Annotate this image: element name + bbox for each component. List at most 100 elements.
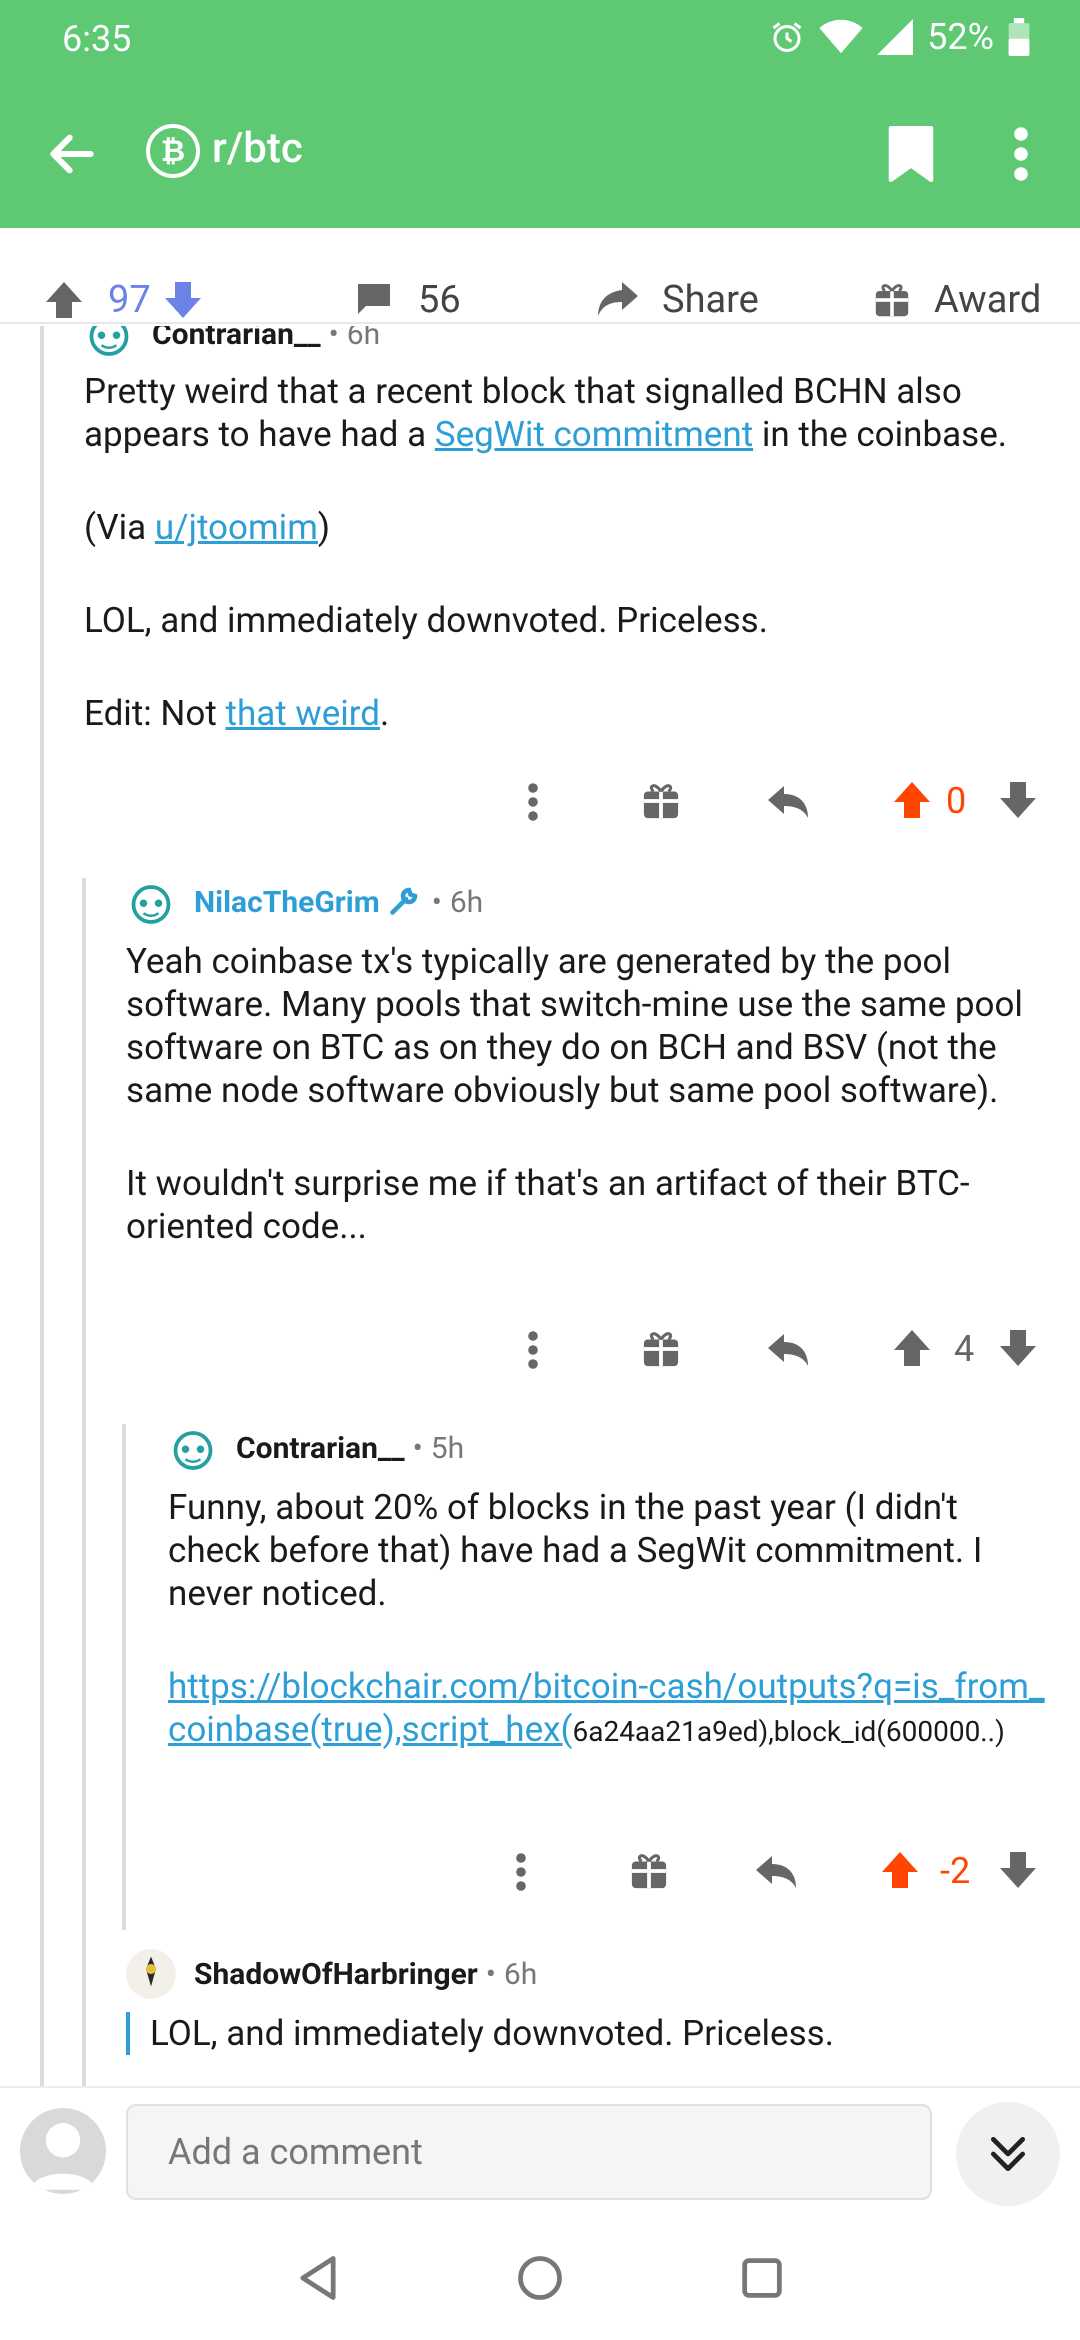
comment-score: 0 — [946, 780, 967, 822]
share-button[interactable]: Share — [596, 276, 759, 324]
text-span: . — [380, 693, 390, 734]
quoted-text: LOL, and immediately downvoted. Priceles… — [150, 2013, 834, 2054]
user-link[interactable]: u/jtoomim — [155, 507, 318, 548]
comment-header: NilacTheGrim • 6h — [126, 877, 1026, 927]
comment[interactable]: ShadowOfHarbringer • 6h LOL, and immedia… — [126, 1949, 1026, 2055]
scroll-down-button[interactable] — [956, 2102, 1060, 2206]
bookmark-icon[interactable] — [888, 124, 934, 184]
thread-line — [82, 878, 86, 2086]
text-span: in the coinbase. — [753, 414, 1007, 455]
comment-body: Pretty weird that a recent block that si… — [84, 370, 1064, 735]
downvote-icon[interactable] — [998, 1850, 1038, 1890]
comment-compose-bar: Add a comment — [0, 2086, 1080, 2216]
separator-dot: • — [485, 1956, 496, 1992]
award-label: Award — [934, 278, 1042, 322]
battery-percent: 52% — [927, 16, 994, 58]
downvote-icon[interactable] — [998, 780, 1038, 820]
comment-paragraph: Pretty weird that a recent block that si… — [84, 370, 1064, 456]
battery-icon — [1008, 18, 1030, 56]
avatar[interactable] — [84, 326, 134, 359]
comment-header: ShadowOfHarbringer • 6h — [126, 1949, 1026, 1999]
comment-thread: Contrarian__ • 6h Pretty weird that a re… — [0, 326, 1080, 2086]
nav-recents-icon[interactable] — [736, 2252, 788, 2304]
comment-paragraph: (Via u/jtoomim) — [84, 506, 1064, 549]
more-vert-icon[interactable] — [514, 1852, 528, 1892]
reply-icon[interactable] — [754, 1852, 798, 1892]
comment[interactable]: Contrarian__ • 6h Pretty weird that a re… — [84, 326, 1064, 735]
double-chevron-down-icon — [990, 2136, 1026, 2172]
comment-score: 4 — [954, 1328, 975, 1370]
gift-icon[interactable] — [642, 782, 680, 820]
comment-author[interactable]: Contrarian__ — [152, 326, 321, 352]
post-action-bar: 97 56 Share Award — [0, 228, 1080, 324]
text-span: Edit: Not — [84, 693, 226, 734]
separator-dot: • — [431, 884, 442, 920]
user-avatar[interactable] — [20, 2108, 106, 2194]
avatar[interactable] — [126, 1949, 176, 1999]
comment-body: Yeah coinbase tx's typically are generat… — [126, 940, 1026, 1248]
gift-icon[interactable] — [630, 1852, 668, 1890]
post-score: 97 — [108, 278, 151, 322]
upvote-icon[interactable] — [44, 280, 84, 320]
downvote-icon[interactable] — [163, 280, 203, 320]
comment-time: 5h — [430, 1430, 465, 1466]
comment-paragraph: It wouldn't surprise me if that's an art… — [126, 1163, 970, 1247]
back-arrow-icon[interactable] — [44, 126, 100, 182]
share-label: Share — [662, 278, 759, 322]
comment-paragraph: LOL, and immediately downvoted. Priceles… — [84, 600, 768, 641]
post-comment-count: 56 — [418, 278, 461, 322]
comment-paragraph: https://blockchair.com/bitcoin-cash/outp… — [168, 1665, 1048, 1753]
downvote-icon[interactable] — [998, 1328, 1038, 1368]
comment-paragraph: Funny, about 20% of blocks in the past y… — [168, 1487, 983, 1614]
comment[interactable]: Contrarian__ • 5h Funny, about 20% of bl… — [168, 1423, 1048, 1753]
nav-back-icon[interactable] — [292, 2252, 344, 2304]
more-vert-icon[interactable] — [1004, 124, 1038, 184]
system-nav-bar — [0, 2216, 1080, 2340]
comment[interactable]: NilacTheGrim • 6h Yeah coinbase tx's typ… — [126, 877, 1026, 1248]
thread-line — [40, 326, 44, 2086]
more-vert-icon[interactable] — [526, 782, 540, 822]
post-comments-button[interactable]: 56 — [354, 276, 461, 324]
separator-dot: • — [412, 1430, 423, 1466]
upvote-icon[interactable] — [880, 1850, 920, 1890]
bitcoin-icon: ₿ — [146, 124, 200, 178]
comment-paragraph: Yeah coinbase tx's typically are generat… — [126, 941, 1023, 1111]
more-vert-icon[interactable] — [526, 1330, 540, 1370]
comment-header: Contrarian__ • 6h — [84, 326, 1064, 359]
comment-author[interactable]: ShadowOfHarbringer — [194, 1957, 478, 1992]
text-span: (Via — [84, 507, 155, 548]
upvote-icon[interactable] — [892, 780, 932, 820]
avatar[interactable] — [168, 1423, 218, 1473]
comment-icon — [358, 284, 390, 314]
status-bar: 6:35 52% — [0, 0, 1080, 80]
that-weird-link[interactable]: that weird — [226, 693, 381, 734]
wifi-icon — [819, 19, 863, 54]
share-icon — [598, 282, 638, 316]
comment-header: Contrarian__ • 5h — [168, 1423, 1048, 1473]
comment-paragraph: Edit: Not that weird. — [84, 692, 1064, 735]
reply-icon[interactable] — [766, 1330, 810, 1370]
thread-line — [122, 1424, 126, 1930]
comment-author[interactable]: Contrarian__ — [236, 1431, 405, 1466]
comment-time: 6h — [449, 884, 484, 920]
gift-icon[interactable] — [642, 1330, 680, 1368]
avatar[interactable] — [126, 877, 176, 927]
link-tail-text: 6a24aa21a9ed),block_id(600000..) — [572, 1715, 1005, 1748]
separator-dot: • — [328, 326, 339, 352]
user-avatar-icon — [30, 2123, 96, 2190]
signal-icon — [877, 19, 914, 55]
nav-home-icon[interactable] — [514, 2252, 566, 2304]
award-button[interactable]: Award — [874, 276, 1041, 324]
subreddit-name[interactable]: r/btc — [212, 124, 303, 173]
post-vote: 97 — [44, 276, 203, 324]
comment-time: 6h — [503, 1956, 538, 1992]
comment-author[interactable]: NilacTheGrim — [194, 885, 380, 920]
quote-block: LOL, and immediately downvoted. Priceles… — [126, 2012, 1026, 2055]
alarm-icon — [772, 22, 802, 52]
add-comment-input[interactable]: Add a comment — [126, 2104, 932, 2200]
upvote-icon[interactable] — [892, 1328, 932, 1368]
mod-wrench-icon — [389, 887, 417, 915]
reply-icon[interactable] — [766, 782, 810, 822]
app-bar: ₿ r/btc — [0, 80, 1080, 228]
segwit-commitment-link[interactable]: SegWit commitment — [435, 414, 753, 455]
